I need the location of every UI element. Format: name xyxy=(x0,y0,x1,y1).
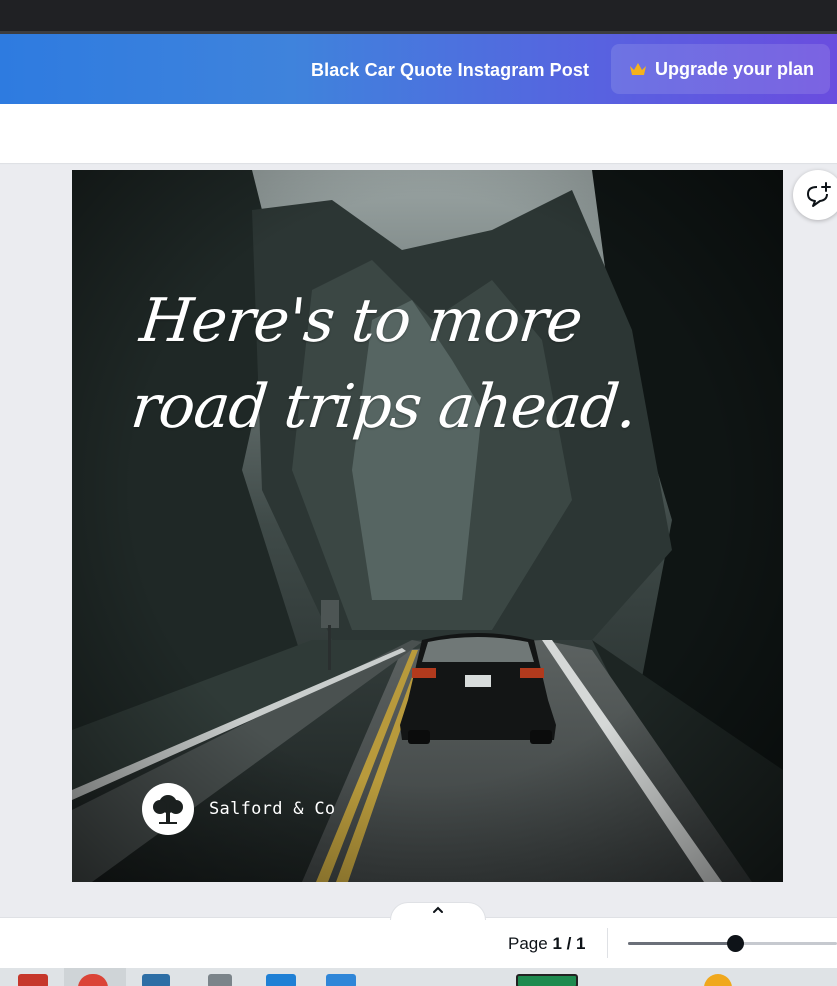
chevron-up-icon xyxy=(433,906,443,913)
collapse-pages-button[interactable] xyxy=(390,902,486,920)
canvas-workspace: Here's to more road trips ahead. Salford… xyxy=(0,165,837,917)
app-icon[interactable] xyxy=(516,974,578,986)
page-value: 1 / 1 xyxy=(552,934,586,953)
app-icon[interactable] xyxy=(142,974,170,986)
brand-name: Salford & Co xyxy=(209,799,336,819)
crown-icon xyxy=(630,63,646,75)
zoom-slider-fill xyxy=(628,942,735,945)
document-title[interactable]: Black Car Quote Instagram Post xyxy=(311,60,589,81)
quote-line-1: Here's to more xyxy=(136,286,586,356)
zoom-slider-thumb[interactable] xyxy=(726,935,744,952)
tree-icon xyxy=(142,783,194,835)
app-icon[interactable] xyxy=(208,974,232,986)
upgrade-plan-label: Upgrade your plan xyxy=(655,58,815,79)
quote-text[interactable]: Here's to more road trips ahead. xyxy=(127,278,705,450)
editor-footer: Page 1 / 1 xyxy=(0,902,837,968)
app-icon[interactable] xyxy=(18,974,48,986)
add-comment-button[interactable] xyxy=(793,170,837,220)
design-canvas[interactable]: Here's to more road trips ahead. Salford… xyxy=(72,170,783,882)
app-icon[interactable] xyxy=(704,974,732,986)
page-label: Page xyxy=(508,934,548,953)
editor-toolbar xyxy=(0,104,837,164)
brand-block[interactable]: Salford & Co xyxy=(142,783,335,835)
comment-add-icon xyxy=(807,182,831,207)
browser-top-bar xyxy=(0,0,837,34)
quote-line-2: road trips ahead. xyxy=(127,372,640,442)
editor-header: Black Car Quote Instagram Post Upgrade y… xyxy=(0,34,837,104)
app-icon[interactable] xyxy=(326,974,356,986)
upgrade-plan-button[interactable]: Upgrade your plan xyxy=(611,44,830,94)
footer-divider xyxy=(607,928,608,958)
page-indicator[interactable]: Page 1 / 1 xyxy=(508,934,586,954)
forest-road-photo xyxy=(72,170,783,882)
zoom-slider[interactable] xyxy=(628,935,837,952)
os-taskbar xyxy=(0,968,837,986)
vscode-icon[interactable] xyxy=(266,974,296,986)
